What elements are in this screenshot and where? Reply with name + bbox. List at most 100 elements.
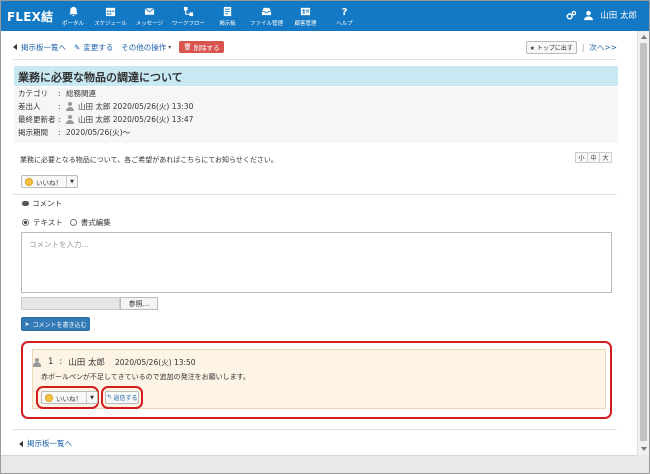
nav-portal[interactable]: ポータル	[55, 1, 91, 31]
calendar-icon	[105, 7, 116, 16]
nav-bulletin[interactable]: 掲示板	[208, 1, 247, 31]
reply-button[interactable]: ↰ 返信する	[105, 391, 139, 404]
sender-date: 2020/05/26(火) 13:30	[112, 102, 194, 111]
updater-name[interactable]: 山田 太郎	[78, 114, 110, 125]
back-arrow-icon	[19, 440, 23, 447]
meta-updater: 最終更新者 : 山田 太郎 2020/05/26(火) 13:47	[18, 113, 618, 126]
submit-comment-label: コメントを書き込む	[32, 321, 87, 329]
post-meta: カテゴリ : 総務関連 差出人 : 山田 太郎 2020/05/26(火) 13…	[18, 87, 618, 139]
user-area: 山田 太郎	[566, 9, 637, 21]
nav-workflow[interactable]: ワークフロー	[169, 1, 208, 31]
scroll-down-arrow-icon[interactable]	[641, 447, 647, 451]
next-link[interactable]: 次へ>>	[589, 42, 617, 53]
file-path-field[interactable]	[21, 297, 120, 310]
person-icon	[33, 357, 41, 367]
text-mode-label[interactable]: テキスト	[33, 217, 63, 228]
meta-separator: :	[58, 128, 61, 137]
like-label: いいね！	[36, 178, 62, 187]
text-mode-radio[interactable]	[22, 219, 29, 226]
back-label: 掲示板一覧へ	[21, 42, 66, 52]
customer-icon	[300, 7, 311, 15]
chevron-down-icon: ▾	[168, 43, 172, 51]
edit-label: 変更する	[83, 42, 114, 52]
post-toolbar: 掲示板一覧へ ✎ 変更する その他の操作 ▾ 🗑 削除する ★ トップに出す | 次へ…	[13, 40, 617, 54]
bell-icon	[68, 6, 78, 16]
toolbar-divider	[13, 59, 617, 60]
category-label: カテゴリ	[18, 89, 48, 98]
nav-label: メッセージ	[135, 20, 164, 27]
sender-name[interactable]: 山田 太郎	[78, 101, 110, 112]
to-top-button[interactable]: ★ トップに出す	[525, 40, 577, 54]
font-size-buttons: 小 中 大	[575, 152, 612, 163]
nav-file[interactable]: ファイル管理	[247, 1, 286, 31]
meta-sender: 差出人 : 山田 太郎 2020/05/26(火) 13:30	[18, 100, 618, 113]
star-icon: ★	[529, 44, 535, 52]
comment-mode-radios: テキスト 書式編集	[22, 217, 111, 228]
browse-button[interactable]: 参照...	[120, 297, 158, 310]
top-navigation-bar: FLEX結 ポータル スケジュール メッセージ ワークフロー 掲示板 ファイル管…	[1, 1, 649, 31]
chevron-down-icon[interactable]: ▼	[86, 392, 97, 403]
comment-heading-label: コメント	[32, 199, 62, 208]
toolbar-right: ★ トップに出す | 次へ>>	[525, 40, 617, 54]
post-like-button[interactable]: いいね！ ▼	[21, 175, 78, 188]
nav-label: ファイル管理	[249, 20, 283, 27]
rich-mode-radio[interactable]	[69, 219, 77, 226]
comment-like-button[interactable]: いいね！ ▼	[41, 391, 98, 404]
meta-category: カテゴリ : 総務関連	[18, 87, 618, 100]
vertical-scrollbar[interactable]	[637, 31, 649, 455]
back-arrow-icon	[13, 44, 17, 50]
horizontal-scrollbar[interactable]	[1, 455, 637, 473]
rich-mode-label[interactable]: 書式編集	[81, 217, 111, 228]
sender-value: 山田 太郎 2020/05/26(火) 13:30	[66, 101, 193, 112]
nav-label: 顧客管理	[294, 20, 317, 27]
nav-label: ワークフロー	[171, 20, 205, 27]
person-icon	[66, 102, 74, 111]
comment-author[interactable]: 山田 太郎	[68, 356, 105, 368]
question-icon: ?	[342, 7, 348, 17]
settings-icon[interactable]	[566, 10, 577, 21]
to-top-label: トップに出す	[536, 44, 573, 52]
send-icon: ➤	[24, 320, 30, 328]
main-nav: ポータル スケジュール メッセージ ワークフロー 掲示板 ファイル管理 顧客管理…	[55, 1, 364, 31]
nav-schedule[interactable]: スケジュール	[91, 1, 130, 31]
nav-message[interactable]: メッセージ	[130, 1, 169, 31]
submit-comment-button[interactable]: ➤ コメントを書き込む	[21, 317, 90, 331]
font-size-large-button[interactable]: 大	[599, 152, 612, 163]
category-value: 総務関連	[66, 89, 96, 98]
meta-separator: :	[58, 115, 61, 124]
updater-date: 2020/05/26(火) 13:47	[112, 115, 194, 124]
comment-textarea[interactable]: コメントを入力...	[21, 232, 612, 293]
app-logo[interactable]: FLEX結	[7, 8, 53, 25]
footer-back-link[interactable]: 掲示板一覧へ	[19, 438, 72, 449]
other-actions-dropdown[interactable]: その他の操作 ▾	[121, 42, 171, 53]
back-to-list-link[interactable]: 掲示板一覧へ	[13, 42, 66, 53]
comment-number: 1	[48, 357, 54, 367]
updater-value: 山田 太郎 2020/05/26(火) 13:47	[66, 114, 193, 125]
scrollbar-corner	[637, 455, 649, 473]
nav-customer[interactable]: 顧客管理	[286, 1, 325, 31]
scroll-thumb[interactable]	[640, 43, 647, 441]
scroll-up-arrow-icon[interactable]	[641, 35, 647, 39]
svg-text:?: ?	[342, 7, 348, 17]
comment-heading: コメント	[22, 198, 62, 209]
user-avatar-icon[interactable]	[583, 10, 594, 21]
smiley-icon	[25, 177, 33, 186]
nav-help[interactable]: ? ヘルプ	[325, 1, 364, 31]
meta-period: 掲示期間 : 2020/05/26(火)～	[18, 126, 618, 139]
comment-bubble-icon	[22, 201, 29, 206]
edit-link[interactable]: ✎ 変更する	[74, 42, 113, 53]
reply-arrow-icon: ↰	[106, 394, 112, 401]
smiley-icon	[45, 393, 53, 402]
user-name[interactable]: 山田 太郎	[600, 9, 637, 21]
updater-label: 最終更新者	[18, 115, 56, 124]
post-divider	[13, 194, 617, 195]
inbox-icon	[261, 7, 272, 15]
trash-icon: 🗑	[183, 43, 192, 51]
nav-label: ヘルプ	[336, 20, 353, 27]
sender-label: 差出人	[18, 102, 41, 111]
meta-separator: :	[58, 89, 61, 98]
reply-label: 返信する	[113, 395, 138, 402]
comment-time: 2020/05/26(火) 13:50	[115, 357, 196, 367]
chevron-down-icon[interactable]: ▼	[66, 176, 77, 187]
delete-button[interactable]: 🗑 削除する	[179, 41, 224, 53]
